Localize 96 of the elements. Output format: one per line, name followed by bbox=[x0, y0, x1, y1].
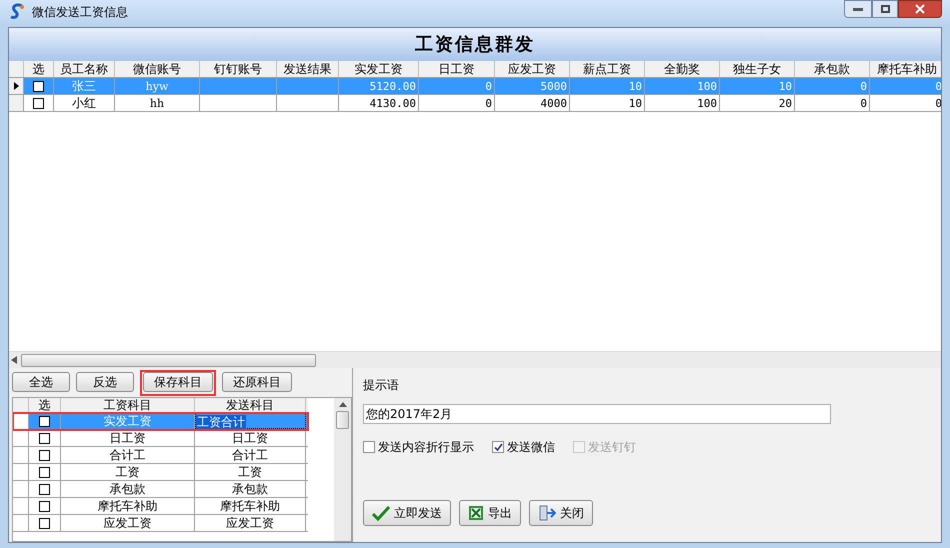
header-title: 工资信息群发 bbox=[415, 33, 535, 57]
checkbox[interactable] bbox=[33, 80, 44, 92]
action-button[interactable]: 关闭 bbox=[529, 500, 593, 526]
table-cell: 承包款 bbox=[110, 482, 146, 496]
table-cell: 摩托车补助 bbox=[220, 499, 280, 513]
column-header[interactable]: 摩托车补助 bbox=[870, 61, 941, 77]
scroll-left-icon[interactable] bbox=[11, 356, 17, 364]
column-header[interactable]: 全勤奖 bbox=[645, 61, 720, 77]
scroll-up-icon[interactable] bbox=[338, 402, 346, 407]
table-cell: 10 bbox=[778, 80, 792, 93]
table-cell: 0 bbox=[485, 97, 492, 110]
column-header[interactable]: 微信账号 bbox=[115, 61, 200, 77]
checkbox[interactable] bbox=[39, 416, 50, 426]
scrollbar-thumb[interactable] bbox=[21, 354, 316, 366]
table-row[interactable]: 小红 hh 4130.00 0 4000 10 100 20 0 0 bbox=[9, 95, 941, 112]
app-logo-icon bbox=[8, 3, 26, 21]
option-checkbox[interactable] bbox=[492, 441, 504, 453]
option-label: 发送钉钉 bbox=[588, 439, 636, 456]
maximize-button[interactable] bbox=[872, 0, 898, 18]
table-cell: 4000 bbox=[540, 97, 567, 110]
option-label: 发送微信 bbox=[507, 439, 555, 456]
table-cell: 张三 bbox=[72, 79, 96, 93]
minimize-button[interactable] bbox=[844, 0, 872, 18]
checkbox[interactable] bbox=[39, 466, 50, 478]
item-row[interactable]: 应发工资 应发工资 bbox=[13, 515, 308, 532]
table-cell: 工资 bbox=[116, 465, 140, 479]
table-cell: 0 bbox=[860, 97, 867, 110]
table-cell: 0 bbox=[935, 97, 941, 110]
table-cell: 工资合计 bbox=[196, 415, 246, 429]
item-row[interactable]: 承包款 承包款 bbox=[13, 481, 308, 498]
column-header[interactable]: 员工名称 bbox=[54, 61, 115, 77]
item-row[interactable]: 合计工 合计工 bbox=[13, 447, 308, 464]
table-cell: 0 bbox=[935, 80, 941, 93]
action-button[interactable]: 立即发送 bbox=[363, 500, 451, 526]
item-row[interactable]: 工资 工资 bbox=[13, 464, 308, 481]
checkbox[interactable] bbox=[39, 500, 50, 512]
item-row[interactable]: 摩托车补助 摩托车补助 bbox=[13, 498, 308, 515]
table-cell: hh bbox=[150, 97, 164, 110]
item-button[interactable]: 还原科目 bbox=[222, 372, 292, 392]
column-header[interactable]: 选 bbox=[24, 61, 54, 77]
row-pointer-icon bbox=[14, 82, 18, 90]
table-cell: hyw bbox=[146, 80, 168, 93]
table-cell: 应发工资 bbox=[104, 516, 152, 530]
checkbox[interactable] bbox=[39, 484, 50, 494]
table-cell: 日工资 bbox=[110, 431, 146, 445]
spreadsheet-icon bbox=[468, 505, 484, 521]
close-icon bbox=[915, 4, 925, 14]
table-cell: 4130.00 bbox=[370, 97, 416, 110]
table-cell: 100 bbox=[697, 80, 717, 93]
column-header[interactable]: 钉钉账号 bbox=[200, 61, 277, 77]
table-cell: 10 bbox=[628, 80, 642, 93]
table-cell: 摩托车补助 bbox=[98, 499, 158, 513]
option-checkbox[interactable] bbox=[363, 441, 375, 453]
prompt-label: 提示语 bbox=[363, 377, 400, 394]
table-cell: 实发工资 bbox=[104, 414, 152, 428]
checkbox[interactable] bbox=[39, 432, 50, 444]
table-cell: 日工资 bbox=[232, 431, 268, 445]
window-title: 微信发送工资信息 bbox=[32, 4, 128, 21]
table-cell: 5120.00 bbox=[370, 80, 416, 93]
table-cell: 应发工资 bbox=[226, 516, 274, 530]
table-cell: 合计工 bbox=[232, 448, 268, 462]
column-header[interactable]: 日工资 bbox=[419, 61, 495, 77]
prompt-field[interactable]: 您的2017年2月 bbox=[363, 404, 831, 424]
column-header[interactable]: 薪点工资 bbox=[570, 61, 645, 77]
door-exit-icon bbox=[538, 505, 556, 521]
table-cell: 小红 bbox=[72, 96, 96, 110]
checkbox[interactable] bbox=[39, 518, 50, 528]
checkbox[interactable] bbox=[33, 98, 44, 108]
table-cell: 合计工 bbox=[110, 448, 146, 462]
horizontal-scrollbar[interactable] bbox=[9, 351, 941, 368]
checkbox[interactable] bbox=[39, 450, 50, 460]
vertical-scrollbar[interactable] bbox=[334, 398, 351, 541]
column-header[interactable]: 承包款 bbox=[795, 61, 870, 77]
table-cell: 20 bbox=[778, 97, 792, 110]
column-header[interactable]: 应发工资 bbox=[495, 61, 570, 77]
item-button[interactable]: 反选 bbox=[76, 372, 134, 392]
close-button[interactable] bbox=[898, 0, 942, 18]
item-button[interactable]: 保存科目 bbox=[143, 372, 213, 392]
column-header[interactable]: 发送结果 bbox=[277, 61, 339, 77]
item-row[interactable]: 实发工资 工资合计 bbox=[13, 413, 308, 430]
column-header[interactable]: 实发工资 bbox=[339, 61, 419, 77]
table-cell: 工资 bbox=[238, 465, 262, 479]
table-cell: 100 bbox=[697, 97, 717, 110]
item-button[interactable]: 全选 bbox=[12, 372, 70, 392]
table-cell: 5000 bbox=[540, 80, 567, 93]
column-header[interactable]: 独生子女 bbox=[720, 61, 795, 77]
checkmark-icon bbox=[372, 505, 390, 521]
action-button[interactable]: 导出 bbox=[459, 500, 521, 526]
item-row[interactable]: 日工资 日工资 bbox=[13, 430, 308, 447]
table-cell: 承包款 bbox=[232, 482, 268, 496]
option-label: 发送内容折行显示 bbox=[378, 439, 474, 456]
table-cell: 0 bbox=[485, 80, 492, 93]
row-header[interactable] bbox=[9, 78, 24, 94]
scrollbar-thumb[interactable] bbox=[336, 411, 349, 429]
table-cell: 10 bbox=[628, 97, 642, 110]
table-cell: 0 bbox=[860, 80, 867, 93]
